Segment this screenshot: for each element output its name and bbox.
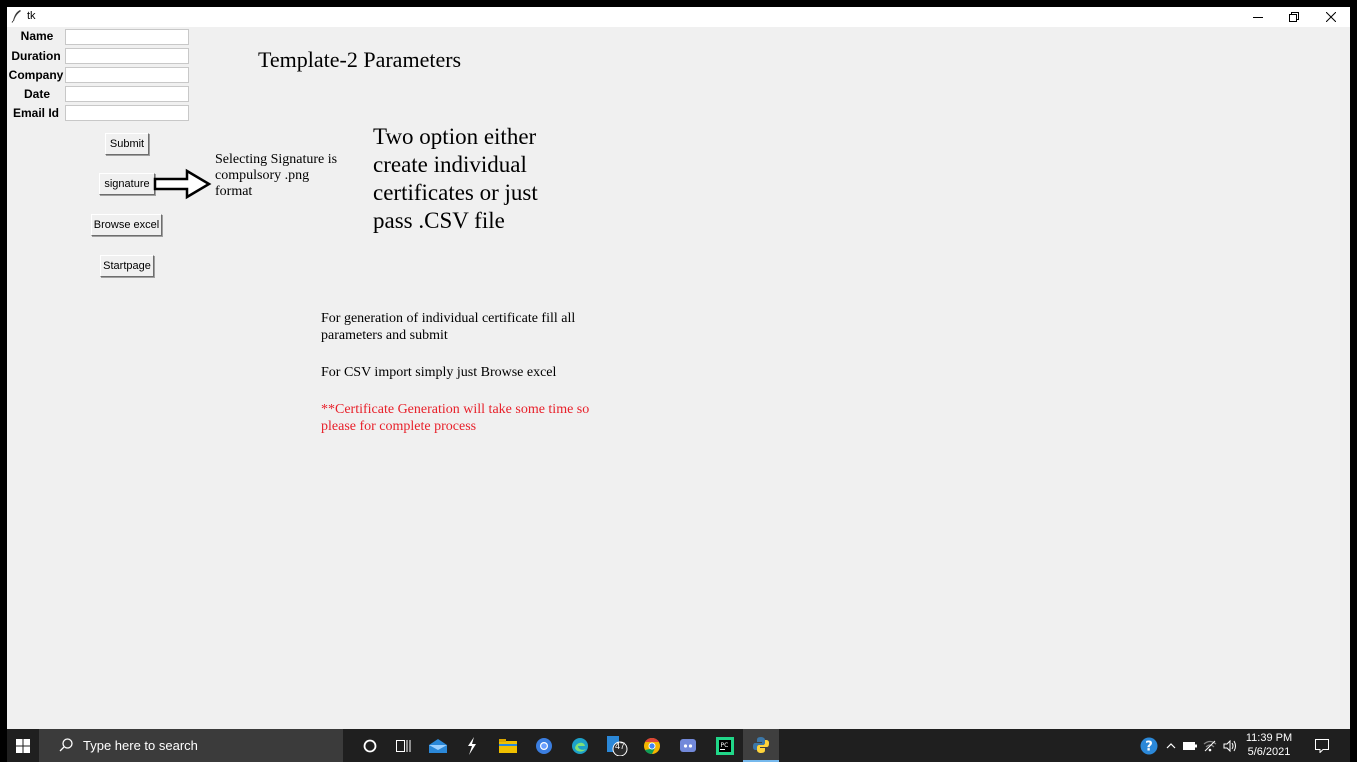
- options-note-line: create individual: [373, 152, 527, 177]
- date-field[interactable]: [65, 86, 189, 102]
- title-bar[interactable]: tk: [7, 7, 1350, 27]
- warning-note: **Certificate Generation will take some …: [321, 401, 589, 435]
- company-label: Company: [8, 68, 64, 82]
- discord-icon[interactable]: [671, 729, 705, 762]
- taskbar-app-badge-icon[interactable]: 47: [599, 729, 635, 762]
- duration-field[interactable]: [65, 48, 189, 64]
- task-view-icon[interactable]: [387, 729, 421, 762]
- restore-button[interactable]: [1276, 7, 1312, 27]
- options-note-line: Two option either: [373, 124, 537, 149]
- email-id-field[interactable]: [65, 105, 189, 121]
- instruction-line: parameters and submit: [321, 328, 448, 343]
- warning-line: **Certificate Generation will take some …: [321, 402, 590, 417]
- warning-line: please for complete process: [321, 419, 477, 434]
- windows-start-icon[interactable]: [7, 729, 39, 762]
- minimize-button[interactable]: [1240, 7, 1276, 27]
- arrow-icon: [153, 168, 212, 200]
- date-label: Date: [23, 87, 50, 101]
- volume-icon[interactable]: [1221, 729, 1239, 762]
- signature-note-line: format: [215, 184, 253, 199]
- svg-text:PC: PC: [721, 742, 729, 749]
- window-title: tk: [27, 10, 36, 22]
- help-icon[interactable]: ?: [1137, 729, 1161, 762]
- taskbar: Type here to search 47 PC ? 11:39 PM 5/6…: [7, 729, 1350, 762]
- search-icon: [59, 738, 73, 752]
- signature-button[interactable]: signature: [99, 173, 155, 195]
- options-note-line: pass .CSV file: [373, 208, 505, 233]
- submit-button[interactable]: Submit: [105, 133, 149, 155]
- file-explorer-icon[interactable]: [491, 729, 525, 762]
- instruction-line: For generation of individual certificate…: [321, 311, 576, 326]
- email-id-label: Email Id: [12, 106, 59, 120]
- edge-icon[interactable]: [563, 729, 597, 762]
- python-icon[interactable]: [743, 729, 779, 762]
- chrome-icon[interactable]: [635, 729, 669, 762]
- app-icon[interactable]: [457, 729, 487, 762]
- name-field[interactable]: [65, 29, 189, 45]
- notifications-icon[interactable]: [1307, 729, 1337, 762]
- signature-note-line: Selecting Signature is: [215, 152, 338, 167]
- clock[interactable]: 11:39 PM 5/6/2021: [1244, 731, 1294, 759]
- signature-note-line: compulsory .png: [215, 168, 310, 183]
- signature-note: Selecting Signature is compulsory .png f…: [215, 152, 337, 200]
- tk-feather-icon: [11, 9, 23, 28]
- badge-count: 47: [615, 741, 626, 751]
- search-placeholder: Type here to search: [83, 738, 198, 753]
- options-note: Two option either create individual cert…: [373, 123, 538, 235]
- company-field[interactable]: [65, 67, 189, 83]
- mail-icon[interactable]: [421, 729, 455, 762]
- clock-date: 5/6/2021: [1247, 746, 1291, 758]
- cortana-icon[interactable]: [355, 729, 385, 762]
- browse-excel-button[interactable]: Browse excel: [91, 214, 162, 236]
- options-note-line: certificates or just: [373, 180, 538, 205]
- wifi-icon[interactable]: [1201, 729, 1219, 762]
- name-label: Name: [20, 29, 54, 43]
- clock-time: 11:39 PM: [1245, 732, 1293, 744]
- chrome-canary-icon[interactable]: [527, 729, 561, 762]
- battery-icon[interactable]: [1181, 729, 1199, 762]
- duration-label: Duration: [11, 49, 61, 63]
- pycharm-icon[interactable]: PC: [707, 729, 743, 762]
- page-title: Template-2 Parameters: [258, 47, 462, 72]
- svg-text:?: ?: [1145, 739, 1153, 754]
- tk-window: tk Name Duration Company Date Email Id S…: [7, 7, 1350, 729]
- close-button[interactable]: [1313, 7, 1349, 27]
- csv-instructions: For CSV import simply just Browse excel: [321, 365, 557, 380]
- individual-instructions: For generation of individual certificate…: [321, 310, 575, 344]
- tray-chevron-icon[interactable]: [1163, 729, 1179, 762]
- taskbar-search-box[interactable]: Type here to search: [39, 729, 343, 762]
- startpage-button[interactable]: Startpage: [100, 255, 154, 277]
